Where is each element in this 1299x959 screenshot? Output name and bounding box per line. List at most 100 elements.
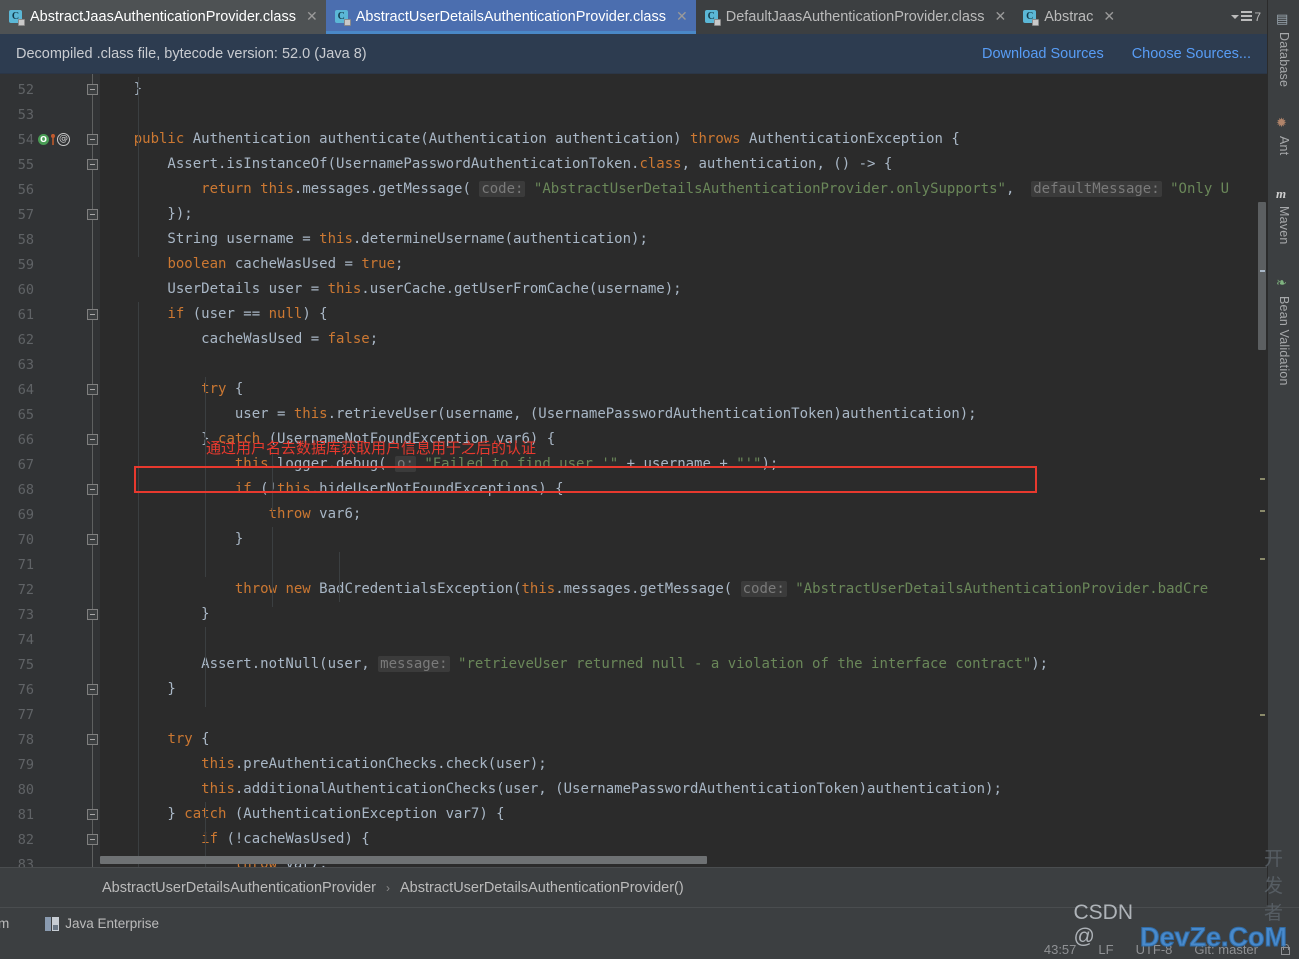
breadcrumb-method[interactable]: AbstractUserDetailsAuthenticationProvide… — [400, 880, 684, 896]
fold-start-icon[interactable] — [87, 159, 98, 170]
fold-end-icon[interactable] — [87, 209, 98, 220]
tool-window-maven[interactable]: m Maven — [1268, 182, 1299, 245]
line-number: 58 — [17, 231, 34, 248]
fold-end-icon[interactable] — [87, 534, 98, 545]
code-line: if (!cacheWasUsed) { — [100, 827, 370, 852]
code-line: throw var6; — [100, 502, 362, 527]
editor-tab-bar: C AbstractJaasAuthenticationProvider.cla… — [0, 0, 1267, 34]
code-token: null — [268, 306, 303, 322]
code-token: this — [521, 581, 556, 597]
status-line-separator[interactable]: LF — [1098, 942, 1113, 957]
tab-overflow-count: 7 — [1254, 10, 1261, 24]
tool-window-database[interactable]: ▤ Database — [1268, 8, 1299, 87]
tool-window-bean-validation[interactable]: ❧ Bean Validation — [1268, 272, 1299, 386]
editor-tab-2-close-icon[interactable]: ✕ — [994, 10, 1006, 24]
line-number: 69 — [17, 506, 34, 523]
line-number: 68 — [17, 481, 34, 498]
code-line: user = this.retrieveUser(username, (User… — [100, 402, 977, 427]
status-encoding[interactable]: UTF-8 — [1136, 942, 1173, 957]
indent-guide — [138, 77, 139, 257]
database-icon: ▤ — [1276, 12, 1289, 27]
breadcrumb-class[interactable]: AbstractUserDetailsAuthenticationProvide… — [102, 880, 376, 896]
editor-tab-2[interactable]: C DefaultJaasAuthenticationProvider.clas… — [696, 0, 1014, 34]
vertical-scrollbar-thumb[interactable] — [1258, 202, 1266, 350]
editor-tab-0[interactable]: C AbstractJaasAuthenticationProvider.cla… — [0, 0, 326, 34]
fold-start-icon[interactable] — [87, 734, 98, 745]
decompiled-notice-text: Decompiled .class file, bytecode version… — [16, 45, 367, 62]
annotation-icon[interactable]: @ — [57, 133, 70, 146]
fold-start-icon[interactable] — [87, 309, 98, 320]
gutter-markers[interactable]: O @ — [38, 133, 70, 146]
code-token: (! — [251, 481, 278, 497]
editor-tab-1-close-icon[interactable]: ✕ — [676, 10, 688, 24]
code-content[interactable]: } public Authentication authenticate(Aut… — [100, 74, 1267, 867]
horizontal-scrollbar-thumb[interactable] — [100, 856, 707, 864]
fold-end-icon[interactable] — [87, 809, 98, 820]
bottom-tool-truncated-label[interactable]: m — [0, 916, 9, 931]
code-token: defaultMessage: — [1031, 181, 1162, 197]
code-token: } — [100, 531, 244, 547]
download-sources-link[interactable]: Download Sources — [982, 46, 1104, 62]
line-number: 80 — [17, 781, 34, 798]
code-token: ); — [1031, 656, 1049, 672]
line-number: 70 — [17, 531, 34, 548]
editor-horizontal-scrollbar[interactable] — [100, 855, 1255, 865]
editor-tab-3[interactable]: C Abstrac ✕ — [1014, 0, 1123, 34]
status-caret-position[interactable]: 43:57 — [1044, 942, 1077, 957]
choose-sources-link[interactable]: Choose Sources... — [1132, 46, 1251, 62]
editor-vertical-scrollbar[interactable] — [1257, 74, 1267, 867]
fold-start-icon[interactable] — [87, 484, 98, 495]
editor-tab-3-label: Abstrac — [1044, 9, 1094, 25]
java-enterprise-icon — [45, 916, 60, 931]
tool-window-bean-validation-label: Bean Validation — [1277, 296, 1291, 386]
fold-end-icon[interactable] — [87, 84, 98, 95]
bottom-tool-window-bar: m Java Enterprise — [0, 907, 1299, 939]
lock-icon[interactable] — [1280, 943, 1290, 955]
code-folding-column[interactable] — [85, 74, 99, 867]
line-number: 57 — [17, 206, 34, 223]
tool-window-ant[interactable]: ✹ Ant — [1268, 112, 1299, 155]
editor-tab-1[interactable]: C AbstractUserDetailsAuthenticationProvi… — [325, 0, 696, 34]
code-line: try { — [100, 727, 209, 752]
code-token: true — [361, 256, 396, 272]
status-git-branch[interactable]: Git: master — [1194, 942, 1258, 957]
fold-end-icon[interactable] — [87, 434, 98, 445]
code-line: } — [100, 527, 243, 552]
fold-start-icon[interactable] — [87, 834, 98, 845]
tool-window-database-label: Database — [1277, 32, 1291, 88]
code-token: boolean — [167, 256, 227, 272]
code-token: try — [167, 731, 193, 747]
java-class-icon: C — [8, 9, 25, 26]
bottom-tool-java-enterprise[interactable]: Java Enterprise — [45, 916, 159, 931]
code-token: ; — [395, 256, 404, 272]
code-token: "'" — [736, 456, 762, 472]
bookmark-pin[interactable] — [51, 134, 55, 145]
editor-tab-0-close-icon[interactable]: ✕ — [306, 10, 318, 24]
tab-overflow-button[interactable]: 7 — [1225, 0, 1267, 34]
fold-start-icon[interactable] — [87, 384, 98, 395]
code-line: this.additionalAuthenticationChecks(user… — [100, 777, 1002, 802]
fold-start-icon[interactable] — [87, 134, 98, 145]
tool-window-ant-label: Ant — [1277, 136, 1291, 156]
code-token: this — [319, 231, 353, 247]
code-token: "AbstractUserDetailsAuthenticationProvid… — [795, 581, 1209, 597]
java-class-icon: C — [334, 9, 351, 26]
line-number: 65 — [17, 406, 34, 423]
code-token: , authentication, () -> { — [681, 156, 893, 172]
fold-end-icon[interactable] — [87, 684, 98, 695]
override-icon[interactable]: O — [38, 134, 49, 145]
code-editor[interactable]: 52 53 54 O @55 56 57 58 59 60 61 62 63 64 65 66 67 68 69 70… — [0, 74, 1267, 867]
code-token: "AbstractUserDetailsAuthenticationProvid… — [533, 181, 1006, 197]
right-tool-window-strip: ▤ Database ✹ Ant m Maven ❧ Bean Validati… — [1267, 0, 1299, 907]
fold-end-icon[interactable] — [87, 609, 98, 620]
code-token: }); — [100, 206, 193, 222]
tab-list-icon — [1241, 11, 1253, 23]
editor-tab-3-close-icon[interactable]: ✕ — [1103, 10, 1115, 24]
code-token: (!cacheWasUsed) { — [218, 831, 370, 847]
